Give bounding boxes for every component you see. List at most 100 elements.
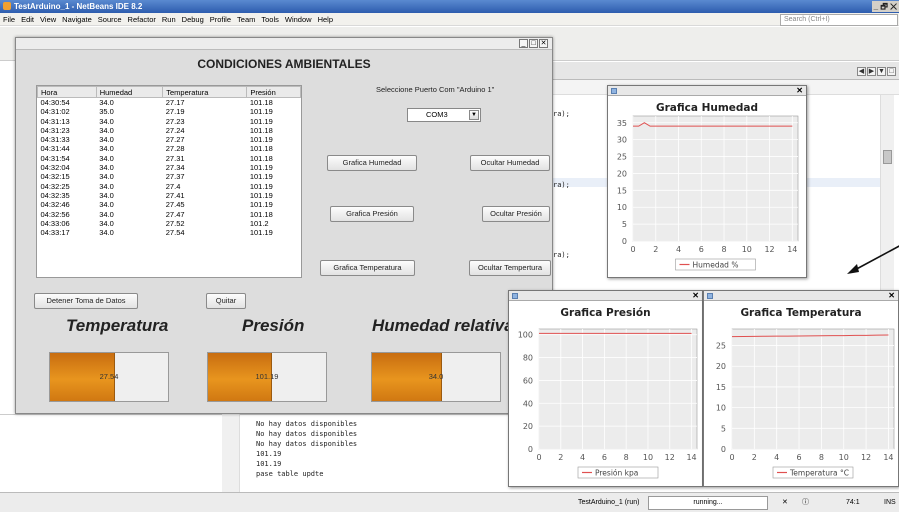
x-tick-label: 2 <box>558 453 563 462</box>
humedad-chart: 0246810121405101520253035Humedad % <box>608 86 808 279</box>
table-row[interactable]: 04:32:1534.027.37101.19 <box>38 172 301 181</box>
minimize-icon[interactable]: _ <box>519 39 528 48</box>
table-cell: 35.0 <box>96 107 163 116</box>
table-row[interactable]: 04:32:0434.027.34101.19 <box>38 163 301 172</box>
menu-edit[interactable]: Edit <box>18 15 37 24</box>
legend-label: Humedad % <box>693 261 739 270</box>
column-header[interactable]: Humedad <box>96 87 163 98</box>
table-row[interactable]: 04:31:3334.027.27101.19 <box>38 135 301 144</box>
menu-view[interactable]: View <box>37 15 59 24</box>
table-cell: 27.37 <box>163 172 247 181</box>
table-cell: 04:30:54 <box>38 98 97 108</box>
output-line: No hay datos disponibles <box>256 419 357 429</box>
output-text: No hay datos disponibles No hay datos di… <box>256 419 357 479</box>
menu-help[interactable]: Help <box>315 15 336 24</box>
table-row[interactable]: 04:32:4634.027.45101.19 <box>38 200 301 209</box>
ocultar-humedad-button[interactable]: Ocultar Humedad <box>470 155 550 171</box>
grafica-temperatura-button[interactable]: Grafica Temperatura <box>320 260 415 276</box>
table-cell: 27.45 <box>163 200 247 209</box>
scroll-right-icon[interactable]: ▶ <box>867 67 876 76</box>
column-header[interactable]: Hora <box>38 87 97 98</box>
menu-file[interactable]: File <box>0 15 18 24</box>
x-tick-label: 6 <box>699 245 704 254</box>
search-input[interactable]: Search (Ctrl+I) <box>780 14 898 26</box>
data-table[interactable]: HoraHumedadTemperaturaPresión 04:30:5434… <box>36 85 302 278</box>
table-header-row: HoraHumedadTemperaturaPresión <box>38 87 301 98</box>
table-row[interactable]: 04:32:3534.027.41101.19 <box>38 191 301 200</box>
menu-refactor[interactable]: Refactor <box>125 15 159 24</box>
menu-tools[interactable]: Tools <box>258 15 282 24</box>
y-tick-label: 25 <box>716 342 726 351</box>
scroll-left-icon[interactable]: ◀ <box>857 67 866 76</box>
table-row[interactable]: 04:31:4434.027.28101.18 <box>38 144 301 153</box>
tab-list-icon[interactable]: ▼ <box>877 67 886 76</box>
x-tick-label: 10 <box>839 453 849 462</box>
x-tick-label: 14 <box>686 453 696 462</box>
menu-profile[interactable]: Profile <box>207 15 234 24</box>
detener-toma-datos-button[interactable]: Detener Toma de Datos <box>34 293 138 309</box>
tab-nav-buttons[interactable]: ◀▶▼□ <box>856 67 896 76</box>
legend-label: Presión kpa <box>595 469 638 478</box>
table-cell: 34.0 <box>96 210 163 219</box>
restore-icon[interactable]: □ <box>887 67 896 76</box>
table-row[interactable]: 04:31:1334.027.23101.19 <box>38 117 301 126</box>
x-tick-label: 4 <box>580 453 585 462</box>
menu-debug[interactable]: Debug <box>179 15 207 24</box>
table-row[interactable]: 04:31:5434.027.31101.18 <box>38 154 301 163</box>
table-cell: 34.0 <box>96 154 163 163</box>
x-tick-label: 12 <box>665 453 675 462</box>
y-tick-label: 0 <box>528 445 533 454</box>
table-row[interactable]: 04:33:0634.027.52101.2 <box>38 219 301 228</box>
code-line: ra); <box>553 251 570 259</box>
ide-title: TestArduino_1 - NetBeans IDE 8.2 <box>14 2 142 11</box>
maximize-icon[interactable]: □ <box>529 39 538 48</box>
cancel-icon[interactable]: ✕ <box>782 493 788 513</box>
column-header[interactable]: Presión <box>247 87 301 98</box>
x-tick-label: 4 <box>774 453 779 462</box>
plot-area <box>633 116 798 241</box>
notifications-icon[interactable]: ⓘ <box>802 493 809 513</box>
ide-window-controls[interactable]: _ 🗗 ✕ <box>872 1 899 12</box>
menu-navigate[interactable]: Navigate <box>59 15 95 24</box>
table-cell: 34.0 <box>96 172 163 181</box>
editor-tab-strip <box>553 62 899 80</box>
com-port-value: COM3 <box>426 110 448 119</box>
ocultar-temperatura-button[interactable]: Ocultar Tempertura <box>469 260 551 276</box>
chevron-down-icon[interactable]: ▼ <box>469 110 479 120</box>
app-title-bar <box>16 38 552 50</box>
quitar-button[interactable]: Quitar <box>206 293 246 309</box>
menu-window[interactable]: Window <box>282 15 315 24</box>
annotation-arrow <box>845 222 899 282</box>
x-tick-label: 4 <box>676 245 681 254</box>
table-row[interactable]: 04:32:2534.027.4101.19 <box>38 182 301 191</box>
grafica-presion-window: ✕ Grafica Presión 0246810121402040608010… <box>508 290 703 487</box>
close-icon[interactable]: ✕ <box>539 39 548 48</box>
menu-run[interactable]: Run <box>159 15 179 24</box>
table-cell: 101.19 <box>247 172 301 181</box>
table-cell: 34.0 <box>96 228 163 237</box>
table-row[interactable]: 04:31:0235.027.19101.19 <box>38 107 301 116</box>
table-row[interactable]: 04:31:2334.027.24101.18 <box>38 126 301 135</box>
table-row[interactable]: 04:32:5634.027.47101.18 <box>38 210 301 219</box>
status-bar: TestArduino_1 (run) running... ✕ ⓘ 74:1 … <box>0 492 899 512</box>
grafica-presion-button[interactable]: Grafica Presión <box>330 206 414 222</box>
menu-bar: FileEditViewNavigateSourceRefactorRunDeb… <box>0 13 899 26</box>
plot-area <box>539 329 697 449</box>
x-tick-label: 14 <box>787 245 797 254</box>
com-port-select[interactable]: COM3 ▼ <box>407 108 481 122</box>
table-row[interactable]: 04:30:5434.027.17101.18 <box>38 98 301 108</box>
grafica-humedad-button[interactable]: Grafica Humedad <box>327 155 417 171</box>
x-tick-label: 8 <box>819 453 824 462</box>
menu-team[interactable]: Team <box>234 15 258 24</box>
output-line: 101.19 <box>256 449 357 459</box>
table-row[interactable]: 04:33:1734.027.54101.19 <box>38 228 301 237</box>
page-title: CONDICIONES AMBIENTALES <box>16 57 552 71</box>
status-project: TestArduino_1 (run) <box>578 493 639 513</box>
condiciones-window: _□✕ CONDICIONES AMBIENTALES HoraHumedadT… <box>15 37 553 414</box>
menu-source[interactable]: Source <box>95 15 125 24</box>
scrollbar-thumb[interactable] <box>883 150 892 164</box>
column-header[interactable]: Temperatura <box>163 87 247 98</box>
temperatura-progress-bar: 27.54 <box>49 352 169 402</box>
table-cell: 101.19 <box>247 163 301 172</box>
ocultar-presion-button[interactable]: Ocultar Presión <box>482 206 550 222</box>
